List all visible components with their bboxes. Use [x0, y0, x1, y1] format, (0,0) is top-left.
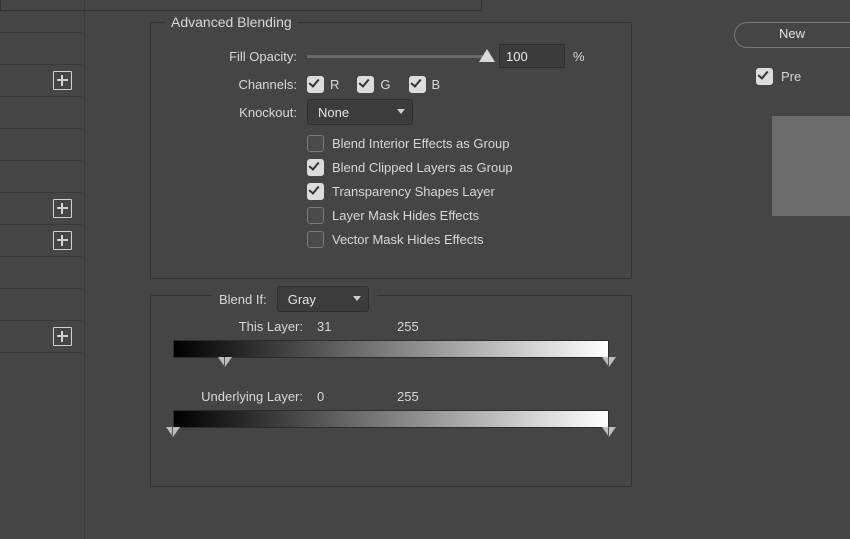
advanced-blending-group: Advanced Blending Fill Opacity: % Channe… — [150, 22, 632, 279]
effects-list — [0, 0, 84, 539]
knockout-label: Knockout: — [151, 105, 307, 120]
blend-if-channel-value: Gray — [288, 292, 316, 307]
option-layer_mask_hides-label: Layer Mask Hides Effects — [332, 208, 479, 223]
column-divider — [84, 0, 85, 539]
underlying-gradient[interactable] — [173, 410, 609, 434]
channel-r-checkbox[interactable] — [307, 76, 324, 93]
chevron-down-icon — [397, 109, 405, 114]
this-layer-highlight-slider-icon[interactable] — [602, 357, 616, 367]
blend-if-label: Blend If: — [219, 292, 267, 307]
knockout-value: None — [318, 105, 349, 120]
fill-opacity-slider[interactable] — [307, 46, 487, 66]
style-preview-swatch — [772, 116, 850, 216]
add-effect-icon[interactable] — [53, 71, 72, 90]
fill-opacity-label: Fill Opacity: — [151, 49, 307, 64]
this-layer-shadow-slider-icon[interactable] — [218, 357, 232, 367]
channel-r-label: R — [330, 77, 339, 92]
percent-label: % — [573, 49, 585, 64]
advanced-blending-title: Advanced Blending — [165, 14, 298, 30]
effects-row-11[interactable] — [0, 320, 82, 353]
option-transparency_shapes-checkbox[interactable] — [307, 183, 324, 200]
channel-b-label: B — [432, 77, 441, 92]
effects-row-9[interactable] — [0, 256, 82, 289]
channels-label: Channels: — [151, 77, 307, 92]
blend-if-channel-dropdown[interactable]: Gray — [277, 286, 369, 312]
option-layer_mask_hides[interactable]: Layer Mask Hides Effects — [307, 203, 513, 227]
channel-g-label: G — [380, 77, 390, 92]
underlying-high-value: 255 — [397, 389, 517, 404]
this-layer-low-value: 31 — [317, 319, 397, 334]
this-layer-gradient[interactable] — [173, 340, 609, 364]
option-transparency_shapes-label: Transparency Shapes Layer — [332, 184, 495, 199]
this-layer-label: This Layer: — [173, 319, 317, 334]
fill-opacity-input[interactable] — [499, 44, 565, 68]
option-vector_mask_hides[interactable]: Vector Mask Hides Effects — [307, 227, 513, 251]
preview-checkbox[interactable] — [756, 68, 773, 85]
add-effect-icon[interactable] — [53, 327, 72, 346]
effects-row-7[interactable] — [0, 192, 82, 225]
underlying-layer-label: Underlying Layer: — [173, 389, 317, 404]
new-style-button[interactable]: New — [734, 22, 850, 48]
underlying-highlight-slider-icon[interactable] — [602, 427, 616, 437]
fill-opacity-thumb-icon[interactable] — [479, 49, 495, 62]
effects-row-3[interactable] — [0, 64, 82, 97]
option-vector_mask_hides-label: Vector Mask Hides Effects — [332, 232, 484, 247]
effects-row-2[interactable] — [0, 32, 82, 65]
effects-row-8[interactable] — [0, 224, 82, 257]
option-blend_clipped-checkbox[interactable] — [307, 159, 324, 176]
blending-options-list: Blend Interior Effects as Group Blend Cli… — [307, 131, 513, 251]
option-layer_mask_hides-checkbox[interactable] — [307, 207, 324, 224]
knockout-dropdown[interactable]: None — [307, 99, 413, 125]
add-effect-icon[interactable] — [53, 231, 72, 250]
option-blend_clipped-label: Blend Clipped Layers as Group — [332, 160, 513, 175]
underlying-shadow-slider-icon[interactable] — [166, 427, 180, 437]
preview-label: Pre — [781, 69, 801, 84]
effects-row-5[interactable] — [0, 128, 82, 161]
right-panel: New Pre — [744, 0, 850, 539]
chevron-down-icon — [353, 296, 361, 301]
channel-b-checkbox[interactable] — [409, 76, 426, 93]
option-transparency_shapes[interactable]: Transparency Shapes Layer — [307, 179, 513, 203]
option-blend_clipped[interactable]: Blend Clipped Layers as Group — [307, 155, 513, 179]
underlying-low-value: 0 — [317, 389, 397, 404]
option-blend_interior[interactable]: Blend Interior Effects as Group — [307, 131, 513, 155]
option-vector_mask_hides-checkbox[interactable] — [307, 231, 324, 248]
effects-row-10[interactable] — [0, 288, 82, 321]
effects-row-6[interactable] — [0, 160, 82, 193]
option-blend_interior-checkbox[interactable] — [307, 135, 324, 152]
add-effect-icon[interactable] — [53, 199, 72, 218]
effects-row-4[interactable] — [0, 96, 82, 129]
channel-g-checkbox[interactable] — [357, 76, 374, 93]
this-layer-high-value: 255 — [397, 319, 517, 334]
option-blend_interior-label: Blend Interior Effects as Group — [332, 136, 510, 151]
effects-row-1[interactable] — [0, 0, 82, 33]
blend-if-group: Blend If: Gray This Layer: 31 255 Underl… — [150, 295, 632, 487]
